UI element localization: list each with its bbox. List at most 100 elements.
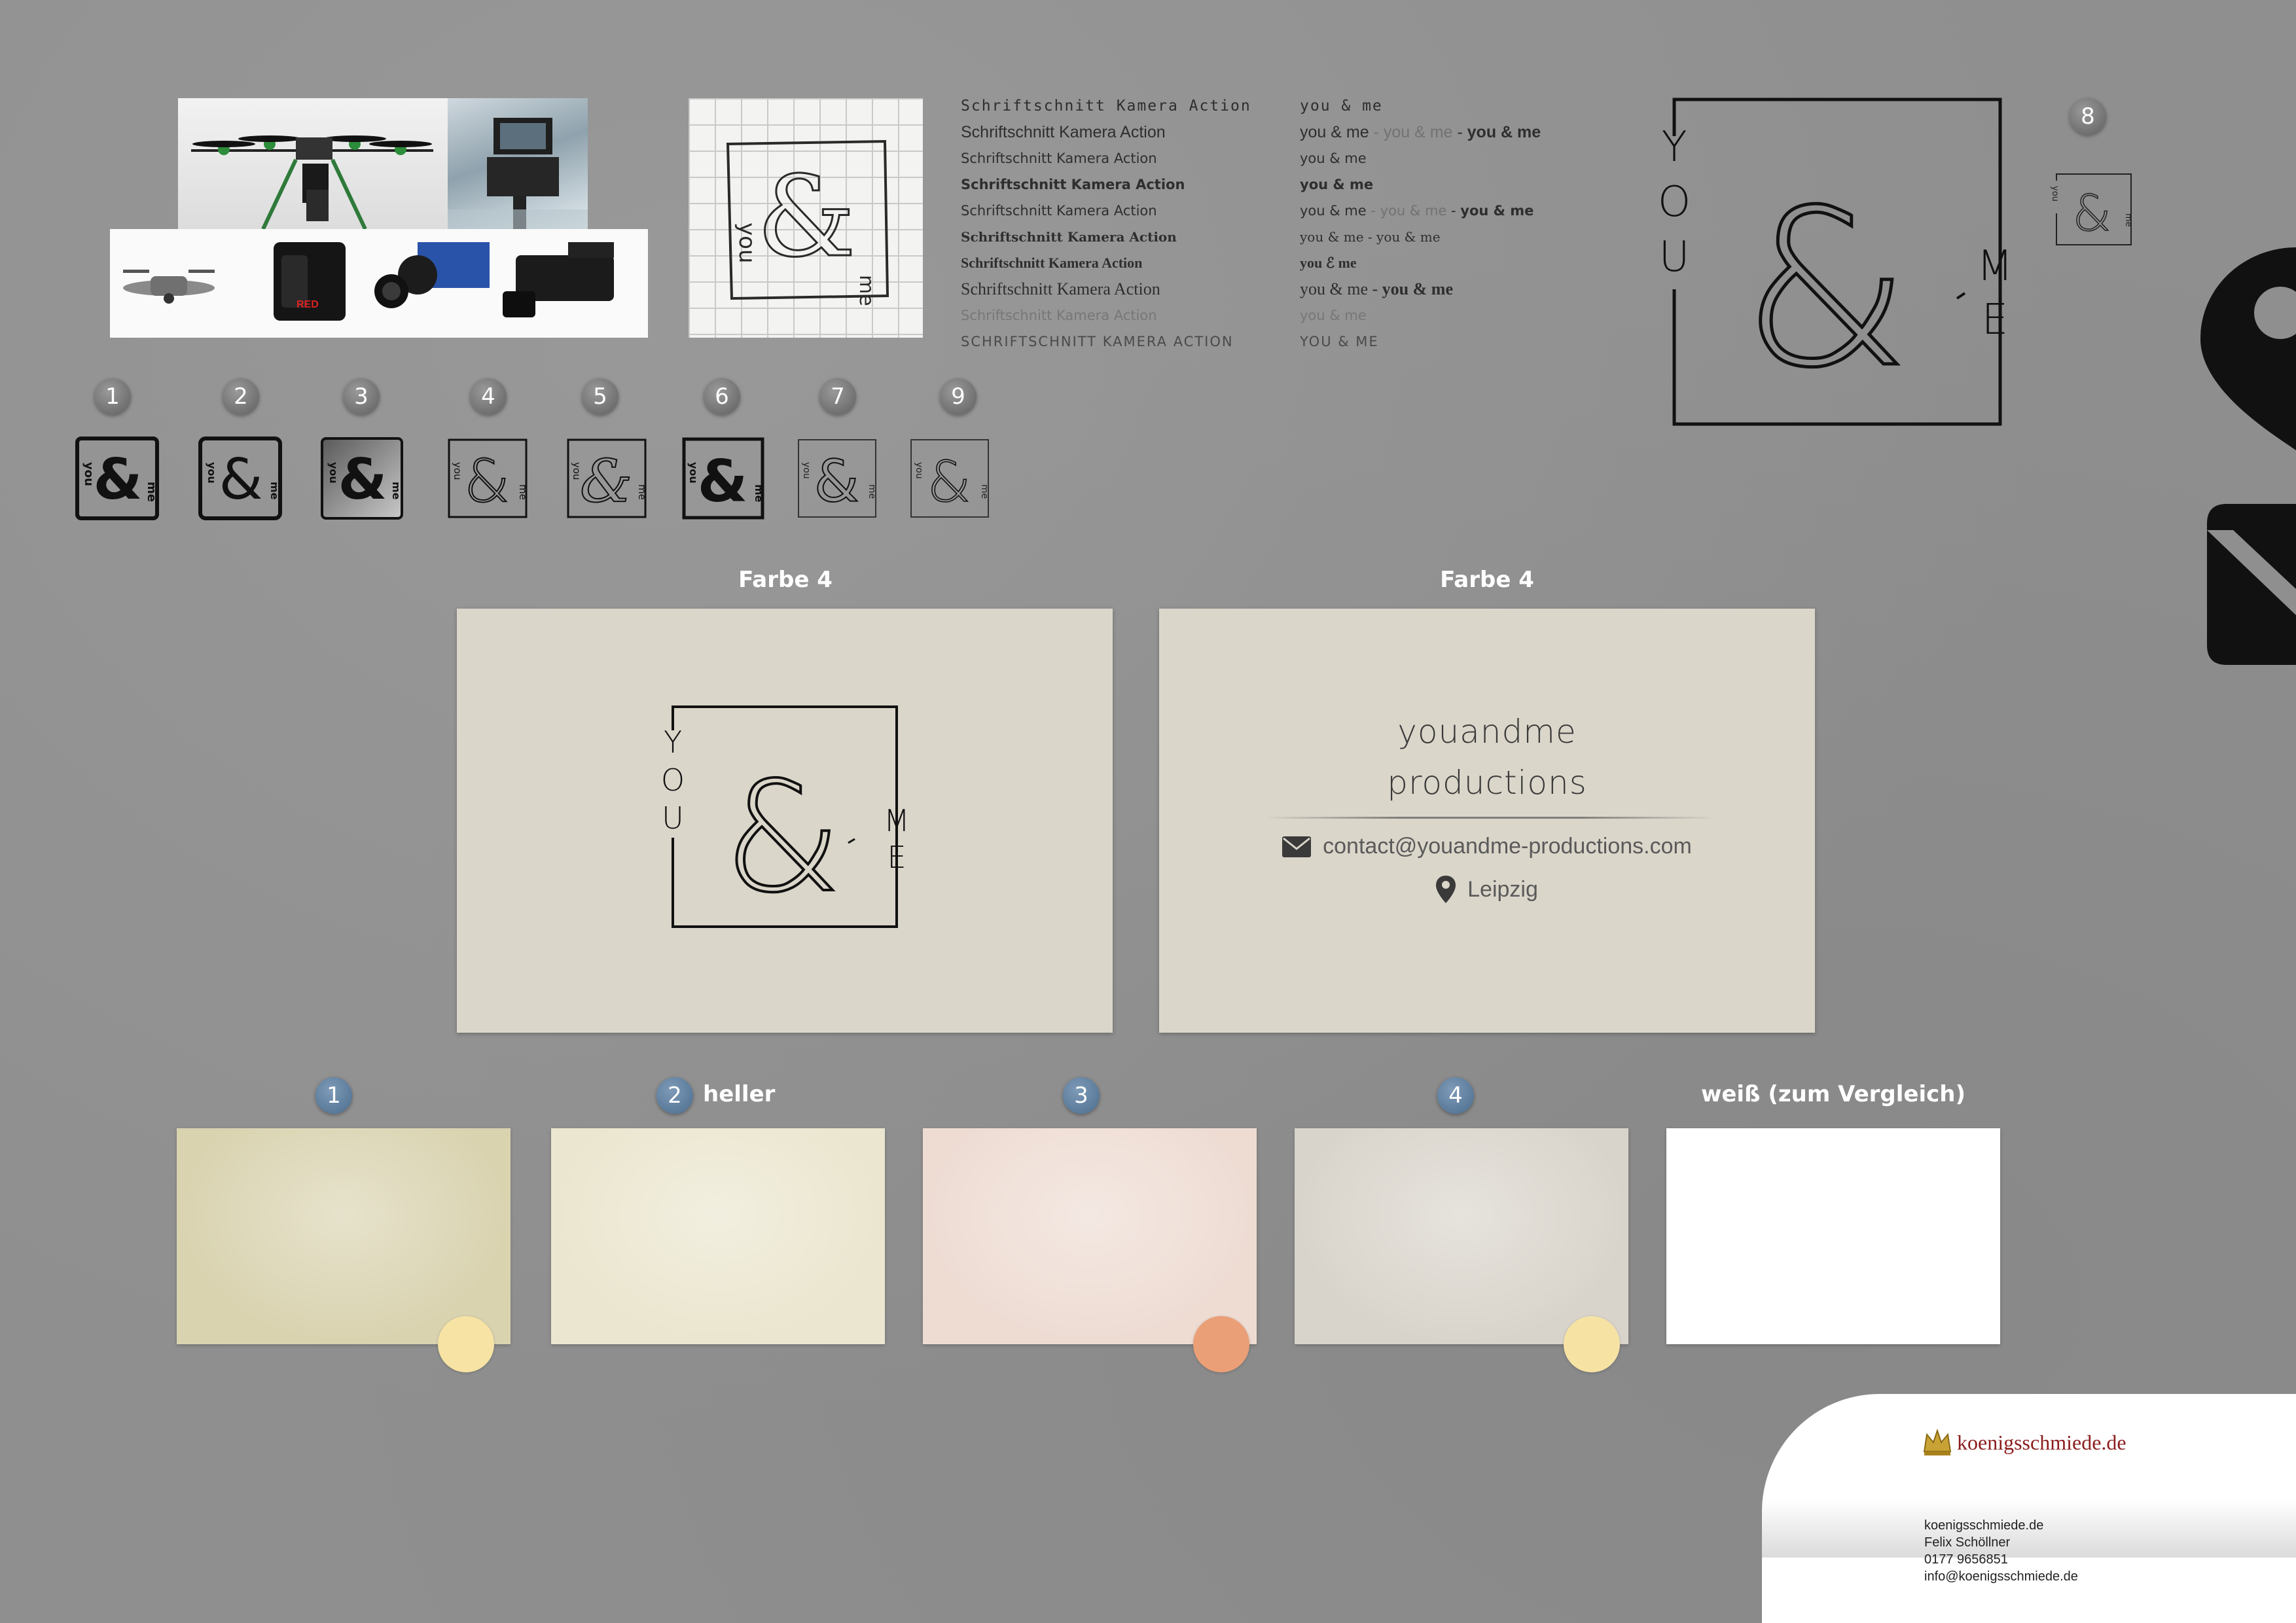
- hand-sketch-logo: & you me: [689, 98, 923, 338]
- svg-text:you: you: [801, 462, 812, 479]
- svg-text:&: &: [698, 448, 748, 515]
- logo-variant-6: & you me: [681, 436, 766, 521]
- swatch-badge: 3: [1063, 1077, 1100, 1114]
- font-sample: you & me: [1300, 151, 1367, 166]
- svg-text:&: &: [724, 749, 842, 926]
- svg-text:me: me: [2123, 213, 2133, 227]
- font-sample: YOU & ME: [1300, 334, 1379, 349]
- logo-variant-9: & you me: [907, 436, 992, 521]
- variant-badge: 4: [470, 378, 507, 415]
- svg-text:&: &: [94, 447, 143, 512]
- svg-text:E: E: [1982, 296, 2008, 344]
- font-sample: SCHRIFTSCHNITT KAMERA ACTION: [961, 334, 1234, 349]
- paper-swatch-1: [177, 1128, 511, 1344]
- variant-badge: 3: [343, 378, 380, 415]
- logo-variant-4: & you me: [445, 436, 530, 521]
- sketch-you: you: [734, 223, 760, 263]
- svg-text:&: &: [464, 447, 510, 516]
- logo-variant-2: & you me: [198, 436, 283, 521]
- svg-text:O: O: [1658, 178, 1691, 226]
- envelope-icon: [2207, 504, 2296, 665]
- company-name-line1: youandme: [1397, 713, 1577, 751]
- location-pin-icon: [1436, 876, 1456, 903]
- color-dot-4: [1564, 1316, 1620, 1372]
- card-front-label: Farbe 4: [738, 567, 833, 593]
- sketch-ampersand: &: [757, 152, 855, 282]
- paper-swatch-white: [1666, 1128, 2000, 1344]
- footer-logo[interactable]: koenigsschmiede.de: [1923, 1428, 2126, 1457]
- font-sample: you & me - you & me - you & me: [1300, 203, 1534, 219]
- footer-website[interactable]: koenigsschmiede.de: [1924, 1517, 2078, 1534]
- font-sample: you ℰ me: [1300, 255, 1357, 271]
- typography-samples-left: Schriftschnitt Kamera Action Schriftschn…: [961, 93, 1251, 355]
- font-sample: Schriftschnitt Kamera Action: [961, 123, 1166, 141]
- svg-text:me: me: [979, 484, 990, 499]
- typography-samples-right: you & me you & me - you & me - you & me …: [1300, 93, 1541, 355]
- svg-text:M: M: [884, 803, 910, 838]
- svg-text:&: &: [338, 447, 387, 512]
- mail-icon: [1282, 836, 1312, 857]
- card-email[interactable]: contact@youandme-productions.com: [1323, 834, 1692, 859]
- main-logo-you-and-me: Y O U M E &: [1655, 90, 2013, 431]
- svg-text:me: me: [145, 482, 158, 502]
- font-sample: you & me - you & me: [1300, 279, 1453, 298]
- svg-text:&: &: [814, 448, 859, 515]
- footer-email[interactable]: info@koenigsschmiede.de: [1924, 1568, 2078, 1585]
- svg-text:&: &: [927, 450, 971, 515]
- card-email-row: contact@youandme-productions.com: [1159, 834, 1815, 859]
- svg-text:you: you: [206, 462, 218, 484]
- svg-text:U: U: [662, 800, 684, 836]
- swatch-badge: 1: [315, 1077, 352, 1114]
- crown-icon: [1923, 1428, 1952, 1455]
- svg-text:you: you: [2050, 186, 2060, 202]
- svg-text:you: you: [82, 462, 96, 486]
- font-sample: you & me: [1300, 177, 1374, 192]
- swatch-2-label: heller: [703, 1081, 776, 1107]
- photo-hexacopter-drone: [178, 98, 448, 232]
- font-sample: Schriftschnitt Kamera Action: [961, 229, 1177, 245]
- footer-person: Felix Schöllner: [1924, 1535, 2011, 1550]
- paper-swatch-4: [1295, 1128, 1628, 1344]
- svg-text:Y: Y: [664, 724, 682, 760]
- variant-badge: 2: [223, 378, 259, 415]
- photo-studio-camera: [448, 98, 588, 232]
- svg-text:Y: Y: [1661, 123, 1687, 171]
- font-sample: you & me: [1300, 98, 1383, 115]
- font-sample: you & me - you & me - you & me: [1300, 123, 1541, 141]
- svg-text:U: U: [1659, 233, 1690, 281]
- svg-text:you: you: [687, 462, 700, 484]
- svg-text:&: &: [219, 447, 262, 512]
- svg-text:me: me: [636, 484, 648, 500]
- red-camera-label: RED: [296, 299, 319, 310]
- paper-swatch-2: [551, 1128, 885, 1344]
- font-sample: Schriftschnitt Kamera Action: [961, 255, 1143, 271]
- swatch-white-label: weiß (zum Vergleich): [1700, 1081, 1966, 1107]
- color-dot-3: [1193, 1316, 1249, 1372]
- font-sample: Schriftschnitt Kamera Action: [961, 177, 1185, 192]
- footer-phone[interactable]: 0177 9656851: [1924, 1551, 2078, 1568]
- card-back-label: Farbe 4: [1440, 567, 1534, 593]
- svg-text:you: you: [452, 462, 463, 480]
- main-logo-badge: 8: [2070, 98, 2106, 135]
- font-sample: Schriftschnitt Kamera Action: [961, 151, 1157, 166]
- svg-text:you: you: [914, 462, 924, 479]
- svg-text:me: me: [268, 482, 281, 500]
- font-sample: Schriftschnitt Kamera Action: [961, 308, 1157, 323]
- svg-text:&: &: [2072, 184, 2111, 242]
- svg-text:you: you: [571, 462, 583, 480]
- card-location-row: Leipzig: [1159, 876, 1815, 903]
- svg-text:you: you: [327, 462, 340, 484]
- company-name-line2: productions: [1387, 764, 1587, 802]
- variant-badge: 6: [704, 378, 740, 415]
- card-location: Leipzig: [1467, 876, 1538, 902]
- swatch-badge: 4: [1437, 1077, 1474, 1114]
- logo-variant-5: & you me: [564, 436, 649, 521]
- sketch-me: me: [855, 275, 878, 306]
- svg-text:E: E: [887, 840, 906, 875]
- svg-text:M: M: [1977, 242, 2008, 291]
- font-sample: Schriftschnitt Kamera Action: [961, 98, 1251, 115]
- font-sample: Schriftschnitt Kamera Action: [961, 279, 1160, 298]
- logo-variant-1: & you me: [75, 436, 160, 521]
- svg-text:O: O: [661, 762, 685, 798]
- variant-badge: 9: [940, 378, 977, 415]
